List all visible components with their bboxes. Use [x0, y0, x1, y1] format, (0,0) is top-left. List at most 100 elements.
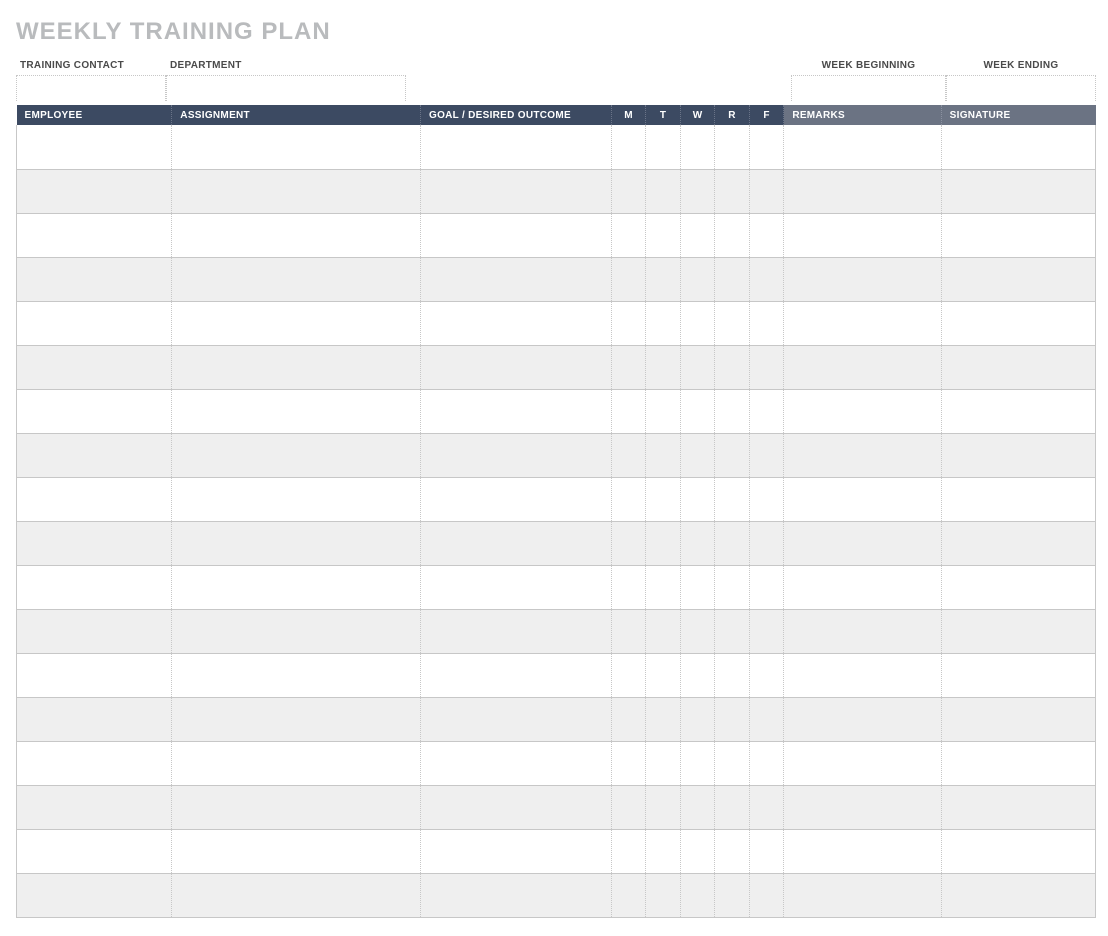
cell-goal[interactable]	[420, 609, 611, 653]
cell-m[interactable]	[611, 477, 646, 521]
cell-remarks[interactable]	[784, 389, 941, 433]
cell-r[interactable]	[715, 609, 750, 653]
cell-t[interactable]	[646, 785, 681, 829]
cell-r[interactable]	[715, 389, 750, 433]
cell-m[interactable]	[611, 785, 646, 829]
cell-t[interactable]	[646, 565, 681, 609]
cell-w[interactable]	[680, 125, 715, 169]
cell-remarks[interactable]	[784, 565, 941, 609]
cell-r[interactable]	[715, 477, 750, 521]
cell-r[interactable]	[715, 521, 750, 565]
cell-f[interactable]	[749, 829, 784, 873]
department-input[interactable]	[166, 75, 406, 101]
cell-assignment[interactable]	[172, 565, 421, 609]
cell-f[interactable]	[749, 169, 784, 213]
cell-m[interactable]	[611, 829, 646, 873]
cell-signature[interactable]	[941, 257, 1095, 301]
cell-t[interactable]	[646, 389, 681, 433]
cell-goal[interactable]	[420, 433, 611, 477]
cell-signature[interactable]	[941, 521, 1095, 565]
cell-employee[interactable]	[17, 609, 172, 653]
cell-employee[interactable]	[17, 697, 172, 741]
cell-assignment[interactable]	[172, 653, 421, 697]
cell-f[interactable]	[749, 389, 784, 433]
cell-assignment[interactable]	[172, 345, 421, 389]
cell-r[interactable]	[715, 301, 750, 345]
cell-r[interactable]	[715, 565, 750, 609]
cell-m[interactable]	[611, 433, 646, 477]
cell-signature[interactable]	[941, 389, 1095, 433]
cell-t[interactable]	[646, 873, 681, 917]
cell-f[interactable]	[749, 301, 784, 345]
cell-employee[interactable]	[17, 433, 172, 477]
cell-goal[interactable]	[420, 257, 611, 301]
cell-t[interactable]	[646, 741, 681, 785]
cell-goal[interactable]	[420, 169, 611, 213]
cell-r[interactable]	[715, 433, 750, 477]
cell-remarks[interactable]	[784, 169, 941, 213]
cell-signature[interactable]	[941, 741, 1095, 785]
cell-t[interactable]	[646, 345, 681, 389]
cell-t[interactable]	[646, 521, 681, 565]
cell-m[interactable]	[611, 873, 646, 917]
cell-employee[interactable]	[17, 389, 172, 433]
cell-assignment[interactable]	[172, 873, 421, 917]
cell-f[interactable]	[749, 653, 784, 697]
cell-employee[interactable]	[17, 565, 172, 609]
cell-m[interactable]	[611, 125, 646, 169]
cell-remarks[interactable]	[784, 873, 941, 917]
cell-t[interactable]	[646, 125, 681, 169]
cell-goal[interactable]	[420, 829, 611, 873]
cell-employee[interactable]	[17, 829, 172, 873]
cell-remarks[interactable]	[784, 609, 941, 653]
cell-assignment[interactable]	[172, 433, 421, 477]
cell-r[interactable]	[715, 257, 750, 301]
cell-employee[interactable]	[17, 785, 172, 829]
cell-f[interactable]	[749, 609, 784, 653]
training-contact-input[interactable]	[16, 75, 166, 101]
cell-w[interactable]	[680, 829, 715, 873]
cell-signature[interactable]	[941, 477, 1095, 521]
cell-remarks[interactable]	[784, 257, 941, 301]
week-beginning-input[interactable]	[791, 75, 946, 101]
cell-w[interactable]	[680, 345, 715, 389]
cell-w[interactable]	[680, 257, 715, 301]
cell-t[interactable]	[646, 213, 681, 257]
cell-m[interactable]	[611, 345, 646, 389]
cell-t[interactable]	[646, 697, 681, 741]
cell-r[interactable]	[715, 345, 750, 389]
cell-f[interactable]	[749, 125, 784, 169]
cell-goal[interactable]	[420, 389, 611, 433]
cell-w[interactable]	[680, 785, 715, 829]
cell-signature[interactable]	[941, 785, 1095, 829]
cell-employee[interactable]	[17, 653, 172, 697]
cell-employee[interactable]	[17, 741, 172, 785]
cell-f[interactable]	[749, 257, 784, 301]
cell-signature[interactable]	[941, 301, 1095, 345]
cell-t[interactable]	[646, 653, 681, 697]
cell-t[interactable]	[646, 609, 681, 653]
cell-w[interactable]	[680, 609, 715, 653]
cell-signature[interactable]	[941, 697, 1095, 741]
cell-m[interactable]	[611, 741, 646, 785]
cell-r[interactable]	[715, 125, 750, 169]
cell-w[interactable]	[680, 697, 715, 741]
cell-t[interactable]	[646, 477, 681, 521]
cell-goal[interactable]	[420, 873, 611, 917]
cell-f[interactable]	[749, 565, 784, 609]
cell-f[interactable]	[749, 433, 784, 477]
cell-f[interactable]	[749, 873, 784, 917]
cell-m[interactable]	[611, 389, 646, 433]
cell-r[interactable]	[715, 829, 750, 873]
cell-employee[interactable]	[17, 477, 172, 521]
cell-goal[interactable]	[420, 125, 611, 169]
cell-assignment[interactable]	[172, 213, 421, 257]
cell-goal[interactable]	[420, 477, 611, 521]
cell-f[interactable]	[749, 477, 784, 521]
cell-signature[interactable]	[941, 829, 1095, 873]
cell-signature[interactable]	[941, 125, 1095, 169]
cell-assignment[interactable]	[172, 477, 421, 521]
cell-w[interactable]	[680, 565, 715, 609]
cell-r[interactable]	[715, 785, 750, 829]
cell-t[interactable]	[646, 829, 681, 873]
